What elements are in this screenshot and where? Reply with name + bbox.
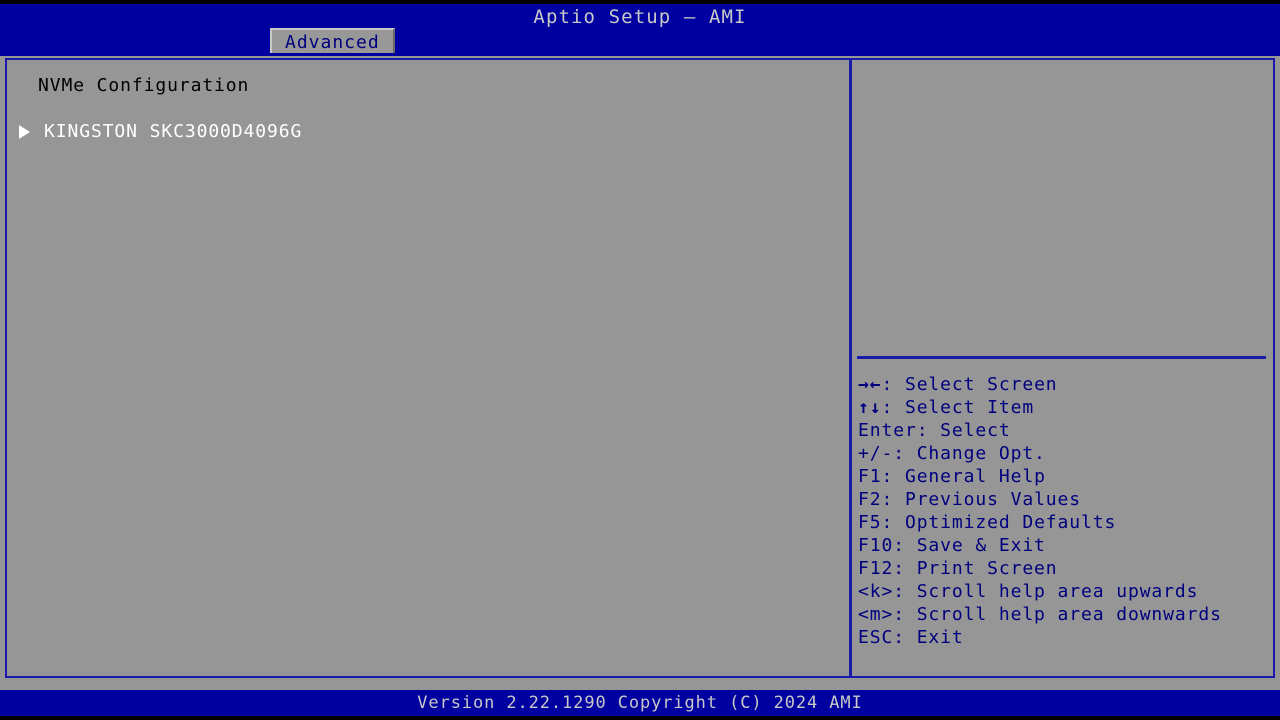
tab-advanced[interactable]: Advanced bbox=[270, 28, 395, 53]
hotkey-key: F2 bbox=[858, 489, 881, 510]
hotkey-key: +/- bbox=[858, 443, 893, 464]
hotkey-line: <m>: Scroll help area downwards bbox=[858, 603, 1270, 626]
hotkey-action-label: : Select Item bbox=[881, 397, 1034, 418]
hotkey-key: Enter bbox=[858, 420, 917, 441]
hotkey-action-label: : Save & Exit bbox=[893, 535, 1046, 556]
hotkey-key: F1 bbox=[858, 466, 881, 487]
hotkey-action-label: : Scroll help area downwards bbox=[893, 604, 1222, 625]
hotkey-line: ESC: Exit bbox=[858, 626, 1270, 649]
hotkey-key: F10 bbox=[858, 535, 893, 556]
hotkey-action-label: : Change Opt. bbox=[893, 443, 1046, 464]
hotkey-action-label: : Select bbox=[917, 420, 1011, 441]
hotkey-action-label: : Select Screen bbox=[881, 374, 1057, 395]
section-heading-nvme-configuration: NVMe Configuration bbox=[38, 75, 249, 96]
hotkey-action-label: : Exit bbox=[893, 627, 963, 648]
hotkey-action-label: : Optimized Defaults bbox=[881, 512, 1116, 533]
menu-item-label-nvme-device: KINGSTON SKC3000D4096G bbox=[44, 121, 302, 142]
hotkey-line: →←: Select Screen bbox=[858, 373, 1270, 396]
hotkey-line: Enter: Select bbox=[858, 419, 1270, 442]
hotkey-key: ESC bbox=[858, 627, 893, 648]
version-copyright-text: Version 2.22.1290 Copyright (C) 2024 AMI bbox=[0, 693, 1280, 713]
hotkey-arrow-icon: →← bbox=[858, 374, 881, 395]
settings-pane: NVMe Configuration KINGSTON SKC3000D4096… bbox=[7, 60, 849, 676]
help-divider bbox=[857, 356, 1266, 359]
page-title: Aptio Setup – AMI bbox=[0, 6, 1280, 28]
hotkey-line: F5: Optimized Defaults bbox=[858, 511, 1270, 534]
hotkey-action-label: : General Help bbox=[881, 466, 1045, 487]
list-item[interactable]: KINGSTON SKC3000D4096G bbox=[17, 121, 837, 143]
hotkey-key: <k> bbox=[858, 581, 893, 602]
submenu-arrow-icon bbox=[19, 125, 30, 139]
hotkey-legend: →←: Select Screen↑↓: Select ItemEnter: S… bbox=[858, 373, 1270, 649]
hotkey-key: F5 bbox=[858, 512, 881, 533]
hotkey-action-label: : Previous Values bbox=[881, 489, 1081, 510]
hotkey-key: F12 bbox=[858, 558, 893, 579]
hotkey-line: F2: Previous Values bbox=[858, 488, 1270, 511]
hotkey-line: F1: General Help bbox=[858, 465, 1270, 488]
hotkey-line: +/-: Change Opt. bbox=[858, 442, 1270, 465]
hotkey-line: ↑↓: Select Item bbox=[858, 396, 1270, 419]
bios-setup-screen: Aptio Setup – AMI Advanced NVMe Configur… bbox=[0, 0, 1280, 720]
hotkey-action-label: : Print Screen bbox=[893, 558, 1057, 579]
hotkey-line: F10: Save & Exit bbox=[858, 534, 1270, 557]
hotkey-action-label: : Scroll help area upwards bbox=[893, 581, 1198, 602]
hotkey-line: F12: Print Screen bbox=[858, 557, 1270, 580]
hotkey-line: <k>: Scroll help area upwards bbox=[858, 580, 1270, 603]
menu-tab-bar: Advanced bbox=[270, 28, 395, 53]
hotkey-key: <m> bbox=[858, 604, 893, 625]
hotkey-arrow-icon: ↑↓ bbox=[858, 397, 881, 418]
help-pane: →←: Select Screen↑↓: Select ItemEnter: S… bbox=[852, 60, 1273, 676]
